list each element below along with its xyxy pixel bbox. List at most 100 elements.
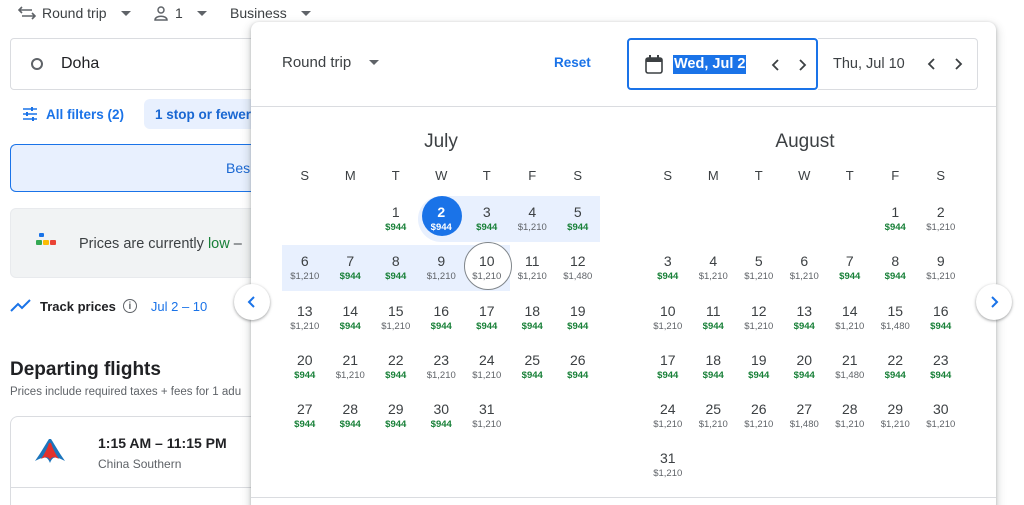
chevron-right-icon[interactable] bbox=[795, 58, 809, 72]
calendar-day[interactable]: 28 $944 bbox=[328, 391, 374, 440]
calendar-day[interactable]: 25 $944 bbox=[510, 342, 556, 391]
weekday-label: S bbox=[936, 168, 946, 183]
calendar-day[interactable]: 17 $944 bbox=[645, 342, 691, 391]
calendar-day[interactable]: 2 $944 bbox=[419, 194, 465, 243]
calendar-day[interactable]: 23 $1,210 bbox=[419, 342, 465, 391]
calendar-day[interactable]: 22 $944 bbox=[373, 342, 419, 391]
calendar-day[interactable]: 13 $1,210 bbox=[282, 293, 328, 342]
calendar-day[interactable]: 12 $1,480 bbox=[555, 243, 601, 292]
calendar-day[interactable]: 6 $1,210 bbox=[782, 243, 828, 292]
calendar-day[interactable]: 5 $1,210 bbox=[736, 243, 782, 292]
day-number: 15 bbox=[387, 302, 404, 319]
weekday-label: M bbox=[707, 168, 719, 183]
calendar-day[interactable]: 1 $944 bbox=[373, 194, 419, 243]
calendar-day[interactable]: 19 $944 bbox=[555, 293, 601, 342]
calendar-day[interactable]: 8 $944 bbox=[373, 243, 419, 292]
flight-result-card[interactable]: 1:15 AM – 11:15 PM China Southern bbox=[10, 416, 281, 505]
calendar-day[interactable]: 30 $944 bbox=[419, 391, 465, 440]
calendar-day[interactable]: 13 $944 bbox=[782, 293, 828, 342]
calendar-day[interactable]: 15 $1,480 bbox=[873, 293, 919, 342]
calendar-empty-cell bbox=[328, 194, 374, 243]
calendar-day[interactable]: 4 $1,210 bbox=[510, 194, 556, 243]
departure-date-field[interactable]: Wed, Jul 2 bbox=[627, 38, 818, 90]
calendar-day[interactable]: 3 $944 bbox=[464, 194, 510, 243]
calendar-day[interactable]: 9 $1,210 bbox=[419, 243, 465, 292]
calendar-day[interactable]: 31 $1,210 bbox=[645, 440, 691, 489]
calendar-day[interactable]: 26 $1,210 bbox=[736, 391, 782, 440]
insight-suffix: – bbox=[229, 236, 242, 252]
day-price: $1,210 bbox=[517, 271, 547, 283]
day-number: 9 bbox=[437, 253, 446, 270]
cabin-select[interactable]: Business bbox=[230, 5, 311, 21]
stops-filter-label: 1 stop or fewer bbox=[155, 106, 252, 122]
trip-type-select[interactable]: Round trip bbox=[18, 5, 131, 21]
calendar-day[interactable]: 25 $1,210 bbox=[691, 391, 737, 440]
calendar-day[interactable]: 31 $1,210 bbox=[464, 391, 510, 440]
track-prices-label: Track prices bbox=[40, 298, 116, 314]
info-icon[interactable]: i bbox=[122, 299, 137, 313]
calendar-day[interactable]: 14 $1,210 bbox=[827, 293, 873, 342]
all-filters-button[interactable]: All filters (2) bbox=[10, 99, 136, 129]
calendar-day[interactable]: 8 $944 bbox=[873, 243, 919, 292]
calendar-day[interactable]: 20 $944 bbox=[282, 342, 328, 391]
calendar-day[interactable]: 10 $1,210 bbox=[464, 242, 512, 292]
calendar-day[interactable]: 29 $944 bbox=[373, 391, 419, 440]
calendar-day[interactable]: 18 $944 bbox=[691, 342, 737, 391]
calendar-day[interactable]: 20 $944 bbox=[782, 342, 828, 391]
day-number: 18 bbox=[705, 351, 722, 368]
calendar-day[interactable]: 24 $1,210 bbox=[645, 391, 691, 440]
calendar-day[interactable]: 6 $1,210 bbox=[282, 243, 328, 292]
calendar-day[interactable]: 28 $1,210 bbox=[827, 391, 873, 440]
calendar-day[interactable]: 16 $944 bbox=[918, 293, 964, 342]
next-month-button[interactable] bbox=[976, 284, 1012, 320]
calendar-day[interactable]: 19 $944 bbox=[736, 342, 782, 391]
calendar-day[interactable]: 18 $944 bbox=[510, 293, 556, 342]
chevron-left-icon[interactable] bbox=[769, 58, 783, 72]
passenger-select[interactable]: 1 bbox=[153, 5, 207, 21]
calendar-day[interactable]: 23 $944 bbox=[918, 342, 964, 391]
calendar-day[interactable]: 5 $944 bbox=[555, 194, 601, 243]
calendar-day[interactable]: 21 $1,210 bbox=[328, 342, 374, 391]
calendar-day[interactable]: 21 $1,480 bbox=[827, 342, 873, 391]
calendar-day[interactable]: 24 $1,210 bbox=[464, 342, 510, 391]
calendar-day[interactable]: 4 $1,210 bbox=[691, 243, 737, 292]
origin-input[interactable]: Doha bbox=[10, 38, 270, 90]
calendar-day[interactable]: 16 $944 bbox=[419, 293, 465, 342]
calendar-day[interactable]: 7 $944 bbox=[328, 243, 374, 292]
weekday-header-august: S M T W T F S bbox=[645, 168, 964, 183]
day-number: 11 bbox=[524, 253, 540, 270]
reset-button[interactable]: Reset bbox=[554, 55, 591, 70]
return-date-field[interactable]: Thu, Jul 10 bbox=[818, 38, 978, 90]
day-price: $944 bbox=[294, 369, 316, 381]
calendar-day[interactable]: 11 $944 bbox=[691, 293, 737, 342]
card-divider bbox=[11, 487, 281, 488]
calendar-day[interactable]: 12 $1,210 bbox=[736, 293, 782, 342]
calendar-day[interactable]: 15 $1,210 bbox=[373, 293, 419, 342]
calendar-day[interactable]: 27 $944 bbox=[282, 391, 328, 440]
calendar-day[interactable]: 14 $944 bbox=[328, 293, 374, 342]
calendar-day[interactable]: 10 $1,210 bbox=[645, 293, 691, 342]
chevron-left-icon[interactable] bbox=[925, 57, 939, 71]
calendar-day[interactable]: 29 $1,210 bbox=[873, 391, 919, 440]
calendar-day[interactable]: 3 $944 bbox=[645, 243, 691, 292]
calendar-day[interactable]: 30 $1,210 bbox=[918, 391, 964, 440]
day-price: $1,210 bbox=[789, 271, 819, 283]
day-number: 19 bbox=[750, 351, 767, 368]
calendar-day[interactable]: 26 $944 bbox=[555, 342, 601, 391]
chevron-left-icon bbox=[247, 296, 255, 308]
tab-best[interactable]: Bes bbox=[10, 144, 280, 192]
calendar-day[interactable]: 1 $944 bbox=[873, 194, 919, 243]
day-number: 7 bbox=[845, 253, 854, 270]
calendar-day[interactable]: 9 $1,210 bbox=[918, 243, 964, 292]
calendar-day[interactable]: 11 $1,210 bbox=[510, 243, 556, 292]
calendar-day[interactable]: 7 $944 bbox=[827, 243, 873, 292]
calendar-day[interactable]: 2 $1,210 bbox=[918, 194, 964, 243]
tab-best-label: Bes bbox=[226, 160, 251, 176]
calendar-day[interactable]: 17 $944 bbox=[464, 293, 510, 342]
picker-trip-type-select[interactable]: Round trip bbox=[282, 54, 380, 71]
day-number: 8 bbox=[891, 253, 900, 270]
chevron-right-icon[interactable] bbox=[951, 57, 965, 71]
calendar-day[interactable]: 22 $944 bbox=[873, 342, 919, 391]
calendar-day[interactable]: 27 $1,480 bbox=[782, 391, 828, 440]
previous-month-button[interactable] bbox=[234, 284, 270, 320]
